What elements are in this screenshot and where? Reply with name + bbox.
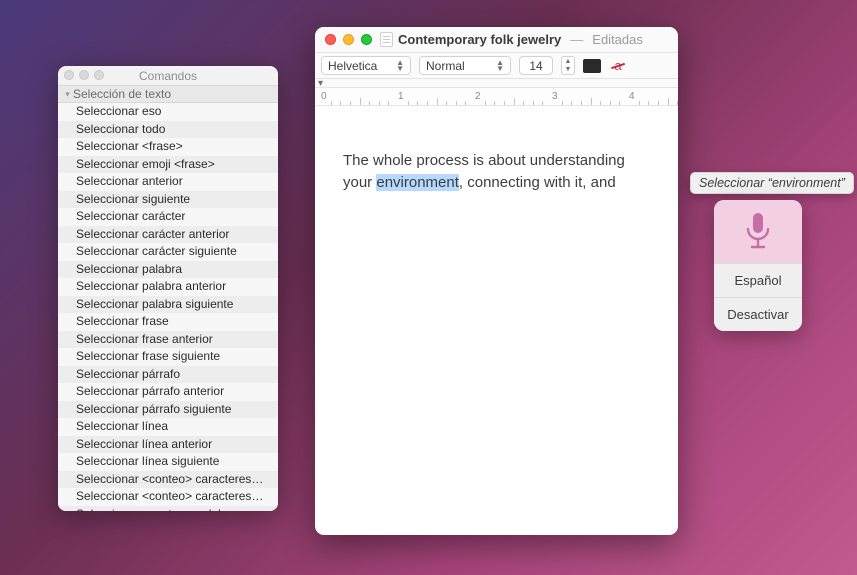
font-style-select[interactable]: Normal ▲▼	[419, 56, 511, 75]
commands-traffic-lights[interactable]	[64, 70, 104, 80]
microphone-icon	[743, 211, 773, 253]
ruler-tick-label: 4	[629, 91, 635, 102]
font-size-value: 14	[529, 59, 542, 73]
body-text-selected[interactable]: environment	[376, 174, 459, 191]
command-item[interactable]: Seleccionar siguiente	[58, 191, 278, 209]
command-item[interactable]: Seleccionar carácter siguiente	[58, 243, 278, 261]
editor-toolbar: Helvetica ▲▼ Normal ▲▼ 14 ▲ ▼ a	[315, 53, 678, 79]
commands-section-header[interactable]: ▾ Selección de texto	[58, 85, 278, 103]
close-icon[interactable]	[64, 70, 74, 80]
font-family-value: Helvetica	[328, 59, 377, 73]
command-item[interactable]: Seleccionar línea siguiente	[58, 453, 278, 471]
commands-window: Comandos ▾ Selección de texto Selecciona…	[58, 66, 278, 511]
command-item[interactable]: Seleccionar palabra anterior	[58, 278, 278, 296]
command-item[interactable]: Seleccionar párrafo siguiente	[58, 401, 278, 419]
editor-title-status: Editadas	[592, 32, 643, 47]
command-item[interactable]: Seleccionar línea	[58, 418, 278, 436]
dictation-language-button[interactable]: Español	[714, 263, 802, 297]
command-item[interactable]: Seleccionar frase	[58, 313, 278, 331]
stepper-down-icon[interactable]: ▼	[562, 66, 574, 75]
editor-traffic-lights	[315, 34, 372, 45]
ruler-tick-label: 2	[475, 91, 481, 102]
commands-titlebar[interactable]: Comandos	[58, 66, 278, 85]
font-family-select[interactable]: Helvetica ▲▼	[321, 56, 411, 75]
ruler[interactable]: 0 1 2 3 4	[315, 88, 678, 106]
close-icon[interactable]	[325, 34, 336, 45]
editor-title-text: Contemporary folk jewelry	[398, 32, 561, 47]
command-item[interactable]: Seleccionar carácter	[58, 208, 278, 226]
zoom-icon[interactable]	[94, 70, 104, 80]
command-item[interactable]: Seleccionar párrafo anterior	[58, 383, 278, 401]
minimize-icon[interactable]	[79, 70, 89, 80]
dictation-disable-button[interactable]: Desactivar	[714, 297, 802, 331]
chevron-updown-icon: ▲▼	[396, 60, 404, 72]
stepper-up-icon[interactable]: ▲	[562, 57, 574, 66]
command-item[interactable]: Seleccionar palabra	[58, 261, 278, 279]
command-item[interactable]: Seleccionar <conteo> palabras…	[58, 506, 278, 512]
command-item[interactable]: Seleccionar párrafo	[58, 366, 278, 384]
commands-list[interactable]: Seleccionar esoSeleccionar todoSeleccion…	[58, 103, 278, 511]
minimize-icon[interactable]	[343, 34, 354, 45]
command-item[interactable]: Seleccionar todo	[58, 121, 278, 139]
font-size-field[interactable]: 14	[519, 56, 553, 75]
command-item[interactable]: Seleccionar <conteo> caracteres…	[58, 488, 278, 506]
command-item[interactable]: Seleccionar línea anterior	[58, 436, 278, 454]
document-area[interactable]: The whole process is about understanding…	[315, 106, 678, 535]
ruler-tick-label: 3	[552, 91, 558, 102]
strikethrough-glyph: a	[614, 58, 621, 73]
dictation-feedback-tooltip: Seleccionar “environment”	[690, 172, 854, 194]
command-item[interactable]: Seleccionar frase siguiente	[58, 348, 278, 366]
command-item[interactable]: Seleccionar emoji <frase>	[58, 156, 278, 174]
ruler-tick-label: 1	[398, 91, 404, 102]
command-item[interactable]: Seleccionar <conteo> caracteres…	[58, 471, 278, 489]
chevron-updown-icon: ▲▼	[496, 60, 504, 72]
ruler-indent-row[interactable]: ▾	[315, 79, 678, 88]
command-item[interactable]: Seleccionar carácter anterior	[58, 226, 278, 244]
editor-title-separator: —	[566, 32, 587, 47]
zoom-icon[interactable]	[361, 34, 372, 45]
font-style-value: Normal	[426, 59, 465, 73]
chevron-down-icon: ▾	[62, 89, 73, 100]
text-color-swatch[interactable]	[583, 59, 601, 73]
dictation-mic-area[interactable]	[714, 200, 802, 263]
editor-document-title[interactable]: Contemporary folk jewelry — Editadas	[380, 32, 643, 47]
command-item[interactable]: Seleccionar palabra siguiente	[58, 296, 278, 314]
ruler-tick-label: 0	[321, 91, 327, 102]
dictation-popover: Español Desactivar	[714, 200, 802, 331]
font-size-stepper[interactable]: ▲ ▼	[561, 56, 575, 75]
commands-title: Comandos	[139, 69, 197, 83]
editor-titlebar[interactable]: Contemporary folk jewelry — Editadas	[315, 27, 678, 53]
command-item[interactable]: Seleccionar frase anterior	[58, 331, 278, 349]
editor-window: Contemporary folk jewelry — Editadas Hel…	[315, 27, 678, 535]
command-item[interactable]: Seleccionar anterior	[58, 173, 278, 191]
strikethrough-button[interactable]: a	[609, 57, 627, 75]
command-item[interactable]: Seleccionar <frase>	[58, 138, 278, 156]
commands-section-label: Selección de texto	[73, 87, 171, 101]
body-text-after: , connecting with it, and	[459, 174, 616, 191]
document-icon	[380, 32, 393, 47]
command-item[interactable]: Seleccionar eso	[58, 103, 278, 121]
